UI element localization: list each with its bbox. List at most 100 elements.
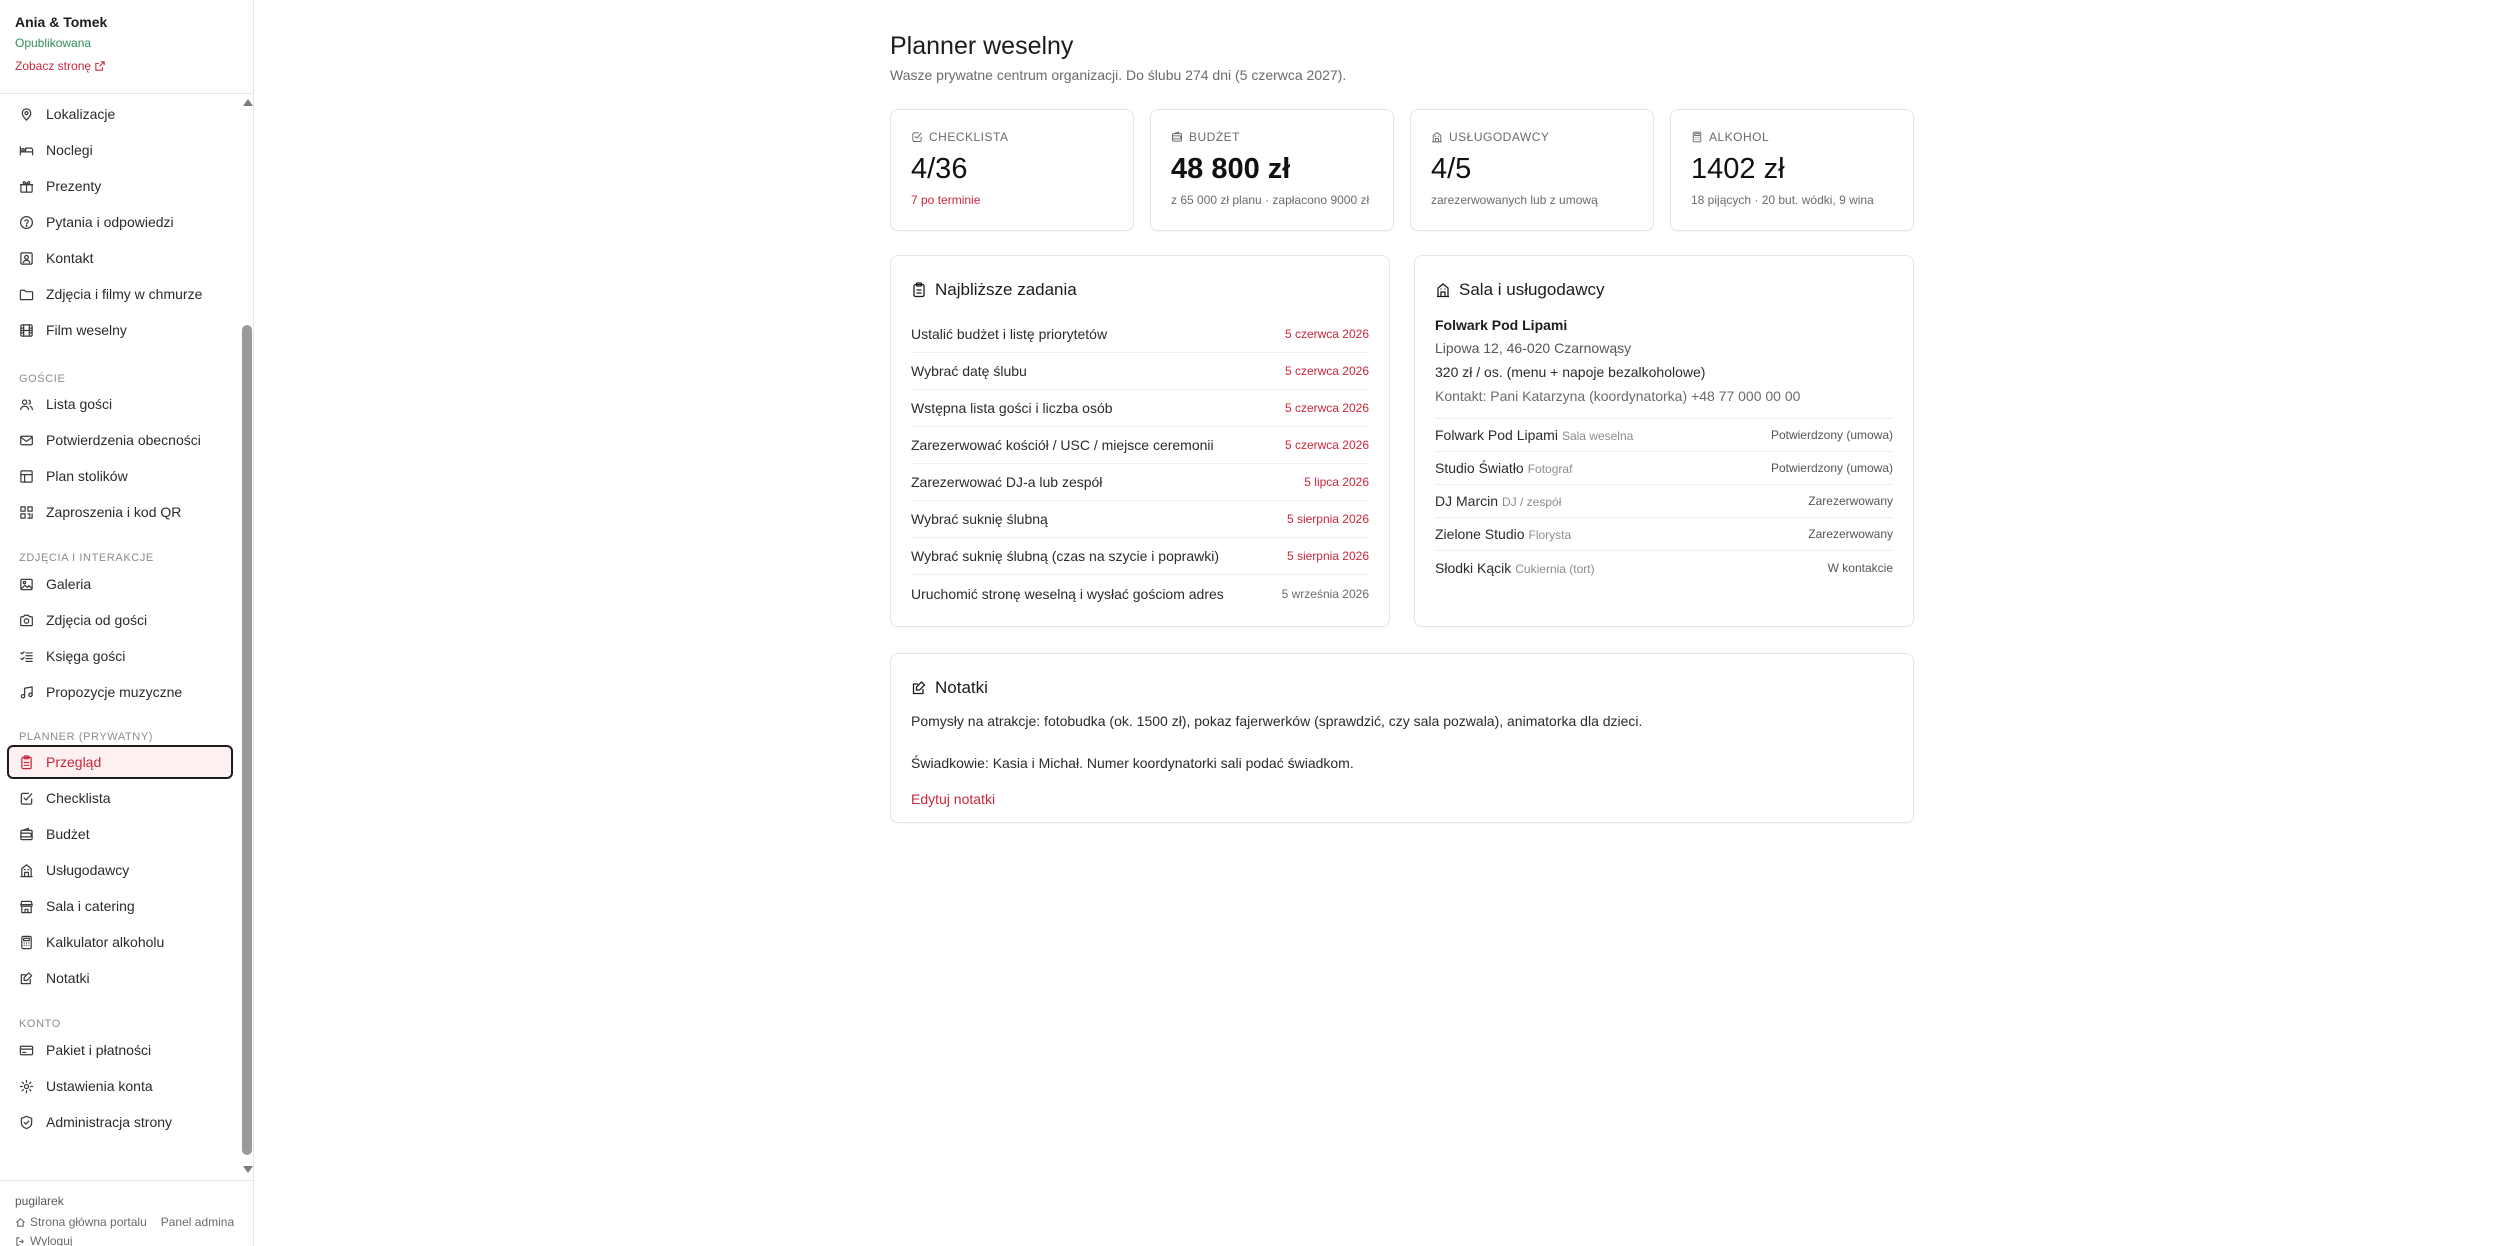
vendor-row[interactable]: Folwark Pod Lipami Sala weselna Potwierdzo… bbox=[1435, 419, 1893, 452]
sidebar-item-pakiet-i-platnosci[interactable]: Pakiet i płatności bbox=[7, 1033, 233, 1067]
sidebar-item-potwierdzenia-obecnosci[interactable]: Potwierdzenia obecności bbox=[7, 423, 233, 457]
sidebar-item-ustawienia-konta[interactable]: Ustawienia konta bbox=[7, 1069, 233, 1103]
sidebar-item-administracja-strony[interactable]: Administracja strony bbox=[7, 1105, 233, 1139]
sidebar-item-sala-i-catering[interactable]: Sala i catering bbox=[7, 889, 233, 923]
map-pin-icon bbox=[21, 107, 32, 121]
view-site-label: Zobacz stronę bbox=[15, 59, 92, 73]
vendor-row[interactable]: Słodki Kącik Cukiernia (tort) W kontakcie bbox=[1435, 551, 1893, 584]
task-row[interactable]: Wstępna lista gości i liczba osób 5 czerw… bbox=[911, 390, 1369, 427]
upcoming-tasks-title: Najbliższe zadania bbox=[911, 280, 1369, 300]
building-icon bbox=[1437, 283, 1449, 298]
sidebar-item-propozycje-muzyczne[interactable]: Propozycje muzyczne bbox=[7, 675, 233, 709]
admin-panel-link[interactable]: Panel admina bbox=[161, 1215, 234, 1229]
stat-label: BUDŻET bbox=[1171, 130, 1373, 144]
home-icon bbox=[16, 1217, 25, 1227]
sidebar-item-label: Usługodawcy bbox=[46, 862, 130, 878]
vendor-info: Zielone Studio Florysta bbox=[1435, 526, 1571, 542]
notepad-icon bbox=[912, 681, 926, 695]
task-list: Ustalić budżet i listę priorytetów 5 czer… bbox=[911, 316, 1369, 612]
stat-card-uslugodawcy[interactable]: USŁUGODAWCY 4/5 zarezerwowanych lub z umow… bbox=[1410, 109, 1654, 231]
sidebar-item-label: Plan stolików bbox=[46, 468, 128, 484]
task-row[interactable]: Wybrać suknię ślubną (czas na szycie i p… bbox=[911, 538, 1369, 575]
vendor-row[interactable]: Zielone Studio Florysta Zarezerwowany bbox=[1435, 518, 1893, 551]
check-square-icon bbox=[20, 792, 33, 805]
task-row[interactable]: Wybrać suknię ślubną 5 sierpnia 2026 bbox=[911, 501, 1369, 538]
sidebar-item-pytania-i-odpowiedzi[interactable]: Pytania i odpowiedzi bbox=[7, 205, 233, 239]
page-title: Planner weselny bbox=[890, 32, 1074, 60]
upcoming-tasks-label: Najbliższe zadania bbox=[935, 280, 1077, 299]
logout-link[interactable]: Wyloguj bbox=[15, 1234, 73, 1246]
sidebar-item-noclegi[interactable]: Noclegi bbox=[7, 133, 233, 167]
sidebar-item-kalkulator-alkoholu[interactable]: Kalkulator alkoholu bbox=[7, 925, 233, 959]
nav-section-title: PLANNER (PRYWATNY) bbox=[19, 731, 154, 743]
vendor-info: Folwark Pod Lipami Sala weselna bbox=[1435, 427, 1633, 443]
clipboard-icon bbox=[21, 754, 32, 769]
task-row[interactable]: Ustalić budżet i listę priorytetów 5 czer… bbox=[911, 316, 1369, 353]
users-icon bbox=[20, 398, 34, 410]
stat-card-checklista[interactable]: CHECKLISTA 4/36 7 po terminie bbox=[890, 109, 1134, 231]
sidebar-item-zaproszenia-i-kod-qr[interactable]: Zaproszenia i kod QR bbox=[7, 495, 233, 529]
task-row[interactable]: Uruchomić stronę weselną i wysłać gościo… bbox=[911, 575, 1369, 612]
sidebar-item-label: Kontakt bbox=[46, 250, 94, 266]
vendor-row[interactable]: DJ Marcin DJ / zespół Zarezerwowany bbox=[1435, 485, 1893, 518]
stat-value: 1402 zł bbox=[1691, 153, 1785, 185]
sidebar-item-prezenty[interactable]: Prezenty bbox=[7, 169, 233, 203]
sidebar-item-film-weselny[interactable]: Film weselny bbox=[7, 313, 233, 347]
sidebar-item-budzet[interactable]: Budżet bbox=[7, 817, 233, 851]
stat-subtext: zarezerwowanych lub z umową bbox=[1431, 193, 1598, 207]
external-link-icon bbox=[95, 61, 105, 71]
task-due-date: 5 sierpnia 2026 bbox=[1286, 549, 1369, 563]
stat-subtext: 18 pijących · 20 but. wódki, 9 wina bbox=[1691, 193, 1874, 207]
upcoming-tasks-card: Najbliższe zadania Ustalić budżet i list… bbox=[890, 255, 1390, 627]
notes-card: Notatki Pomysły na atrakcje: fotobudka (… bbox=[890, 653, 1914, 823]
vendor-name: DJ Marcin bbox=[1435, 493, 1499, 509]
venue-vendors-card: Sala i usługodawcy Folwark Pod Lipami Li… bbox=[1414, 255, 1914, 627]
vendor-status: Zarezerwowany bbox=[1808, 527, 1893, 541]
sidebar-item-zdjecia-od-gosci[interactable]: Zdjęcia od gości bbox=[7, 603, 233, 637]
sidebar-item-checklista[interactable]: Checklista bbox=[7, 781, 233, 815]
edit-notes-link[interactable]: Edytuj notatki bbox=[911, 791, 995, 807]
task-name: Wybrać suknię ślubną bbox=[911, 511, 1048, 527]
sidebar-item-zdjecia-i-filmy-w-chmurze[interactable]: Zdjęcia i filmy w chmurze bbox=[7, 277, 233, 311]
scrollbar-thumb[interactable] bbox=[242, 325, 252, 1155]
sidebar-item-przeglad[interactable]: Przegląd bbox=[7, 745, 233, 779]
task-name: Wybrać suknię ślubną (czas na szycie i p… bbox=[911, 548, 1219, 564]
sidebar-item-plan-stolikow[interactable]: Plan stolików bbox=[7, 459, 233, 493]
logout-label: Wyloguj bbox=[30, 1234, 73, 1246]
sidebar-item-label: Galeria bbox=[46, 576, 92, 592]
notes-title: Notatki bbox=[911, 678, 1893, 698]
task-row[interactable]: Zarezerwować kościół / USC / miejsce cer… bbox=[911, 427, 1369, 464]
portal-home-label: Strona główna portalu bbox=[30, 1215, 147, 1229]
sidebar-item-ksiega-gosci[interactable]: Księga gości bbox=[7, 639, 233, 673]
site-name: Ania & Tomek bbox=[15, 14, 108, 30]
task-row[interactable]: Wybrać datę ślubu 5 czerwca 2026 bbox=[911, 353, 1369, 390]
task-row[interactable]: Zarezerwować DJ-a lub zespół 5 lipca 2026 bbox=[911, 464, 1369, 501]
sidebar-item-galeria[interactable]: Galeria bbox=[7, 567, 233, 601]
vendor-category: Cukiernia (tort) bbox=[1515, 561, 1595, 576]
sidebar-item-label: Notatki bbox=[46, 970, 90, 986]
sidebar-scrollbar[interactable] bbox=[240, 95, 254, 1177]
stat-value: 4/36 bbox=[911, 153, 968, 185]
sidebar-item-uslugodawcy[interactable]: Usługodawcy bbox=[7, 853, 233, 887]
scroll-down-arrow-icon[interactable] bbox=[243, 1166, 253, 1173]
scroll-up-arrow-icon[interactable] bbox=[243, 99, 253, 106]
task-name: Wstępna lista gości i liczba osób bbox=[911, 400, 1113, 416]
calculator-icon bbox=[1692, 131, 1702, 143]
portal-home-link[interactable]: Strona główna portalu bbox=[15, 1215, 147, 1229]
sidebar-item-label: Potwierdzenia obecności bbox=[46, 432, 201, 448]
stat-card-alkohol[interactable]: ALKOHOL 1402 zł 18 pijących · 20 but. wódk… bbox=[1670, 109, 1914, 231]
store-icon bbox=[20, 900, 33, 913]
sidebar-item-label: Kalkulator alkoholu bbox=[46, 934, 165, 950]
sidebar-item-lokalizacje[interactable]: Lokalizacje bbox=[7, 97, 233, 131]
sidebar-item-notatki[interactable]: Notatki bbox=[7, 961, 233, 995]
sidebar-item-label: Zaproszenia i kod QR bbox=[46, 504, 182, 520]
sidebar-item-label: Pytania i odpowiedzi bbox=[46, 214, 174, 230]
vendor-row[interactable]: Studio Światło Fotograf Potwierdzony (umow… bbox=[1435, 452, 1893, 485]
stat-subtext: 7 po terminie bbox=[911, 193, 981, 207]
sidebar-item-lista-gosci[interactable]: Lista gości bbox=[7, 387, 233, 421]
sidebar-item-kontakt[interactable]: Kontakt bbox=[7, 241, 233, 275]
task-due-date: 5 lipca 2026 bbox=[1304, 475, 1369, 489]
view-site-link[interactable]: Zobacz stronę bbox=[15, 59, 238, 73]
task-due-date: 5 czerwca 2026 bbox=[1284, 364, 1369, 378]
stat-card-budzet[interactable]: BUDŻET 48 800 zł z 65 000 zł planu · zapła… bbox=[1150, 109, 1394, 231]
